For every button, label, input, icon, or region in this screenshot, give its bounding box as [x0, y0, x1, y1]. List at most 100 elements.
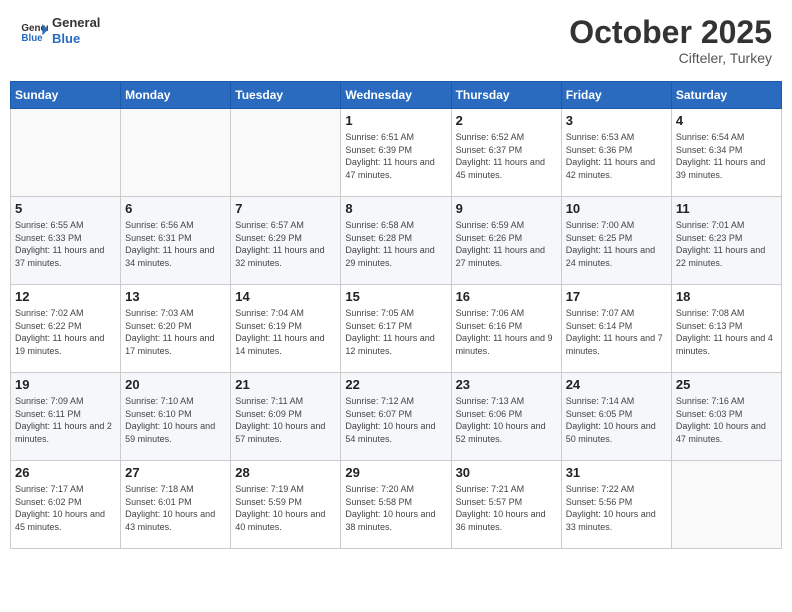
- calendar-cell: 16 Sunrise: 7:06 AMSunset: 6:16 PMDayligh…: [451, 285, 561, 373]
- day-info: Sunrise: 7:20 AMSunset: 5:58 PMDaylight:…: [345, 483, 446, 533]
- day-number: 27: [125, 465, 226, 480]
- day-info: Sunrise: 6:53 AMSunset: 6:36 PMDaylight:…: [566, 131, 667, 181]
- day-info: Sunrise: 7:14 AMSunset: 6:05 PMDaylight:…: [566, 395, 667, 445]
- calendar-cell: 28 Sunrise: 7:19 AMSunset: 5:59 PMDayligh…: [231, 461, 341, 549]
- day-info: Sunrise: 7:16 AMSunset: 6:03 PMDaylight:…: [676, 395, 777, 445]
- day-info: Sunrise: 7:10 AMSunset: 6:10 PMDaylight:…: [125, 395, 226, 445]
- day-number: 18: [676, 289, 777, 304]
- calendar-cell: 4 Sunrise: 6:54 AMSunset: 6:34 PMDaylight…: [671, 109, 781, 197]
- day-number: 8: [345, 201, 446, 216]
- calendar-cell: 17 Sunrise: 7:07 AMSunset: 6:14 PMDayligh…: [561, 285, 671, 373]
- day-number: 7: [235, 201, 336, 216]
- day-number: 9: [456, 201, 557, 216]
- day-number: 24: [566, 377, 667, 392]
- header: General Blue General Blue October 2025 C…: [10, 10, 782, 71]
- day-number: 16: [456, 289, 557, 304]
- calendar-cell: 1 Sunrise: 6:51 AMSunset: 6:39 PMDaylight…: [341, 109, 451, 197]
- calendar-cell: 27 Sunrise: 7:18 AMSunset: 6:01 PMDayligh…: [121, 461, 231, 549]
- day-number: 28: [235, 465, 336, 480]
- calendar-cell: 2 Sunrise: 6:52 AMSunset: 6:37 PMDaylight…: [451, 109, 561, 197]
- day-number: 30: [456, 465, 557, 480]
- page-container: General Blue General Blue October 2025 C…: [10, 10, 782, 549]
- day-info: Sunrise: 7:21 AMSunset: 5:57 PMDaylight:…: [456, 483, 557, 533]
- calendar-cell: 20 Sunrise: 7:10 AMSunset: 6:10 PMDayligh…: [121, 373, 231, 461]
- weekday-header-monday: Monday: [121, 82, 231, 109]
- day-number: 6: [125, 201, 226, 216]
- day-number: 2: [456, 113, 557, 128]
- svg-text:Blue: Blue: [21, 32, 43, 43]
- day-number: 21: [235, 377, 336, 392]
- calendar-cell: 29Sunrise: 7:20 AMSunset: 5:58 PMDayligh…: [341, 461, 451, 549]
- calendar-cell: 19 Sunrise: 7:09 AMSunset: 6:11 PMDayligh…: [11, 373, 121, 461]
- day-info: Sunrise: 7:09 AMSunset: 6:11 PMDaylight:…: [15, 395, 116, 445]
- day-number: 3: [566, 113, 667, 128]
- day-info: Sunrise: 7:05 AMSunset: 6:17 PMDaylight:…: [345, 307, 446, 357]
- calendar-cell: [121, 109, 231, 197]
- calendar-cell: 22Sunrise: 7:12 AMSunset: 6:07 PMDayligh…: [341, 373, 451, 461]
- day-info: Sunrise: 7:07 AMSunset: 6:14 PMDaylight:…: [566, 307, 667, 357]
- day-info: Sunrise: 7:19 AMSunset: 5:59 PMDaylight:…: [235, 483, 336, 533]
- calendar-cell: [11, 109, 121, 197]
- day-number: 20: [125, 377, 226, 392]
- weekday-header-saturday: Saturday: [671, 82, 781, 109]
- day-info: Sunrise: 7:06 AMSunset: 6:16 PMDaylight:…: [456, 307, 557, 357]
- logo-blue: Blue: [52, 31, 100, 47]
- calendar-cell: 3 Sunrise: 6:53 AMSunset: 6:36 PMDaylight…: [561, 109, 671, 197]
- day-number: 14: [235, 289, 336, 304]
- calendar-cell: 7 Sunrise: 6:57 AMSunset: 6:29 PMDaylight…: [231, 197, 341, 285]
- day-number: 25: [676, 377, 777, 392]
- day-info: Sunrise: 7:22 AMSunset: 5:56 PMDaylight:…: [566, 483, 667, 533]
- day-number: 11: [676, 201, 777, 216]
- day-number: 5: [15, 201, 116, 216]
- calendar-cell: 30 Sunrise: 7:21 AMSunset: 5:57 PMDayligh…: [451, 461, 561, 549]
- day-info: Sunrise: 7:11 AMSunset: 6:09 PMDaylight:…: [235, 395, 336, 445]
- day-info: Sunrise: 7:03 AMSunset: 6:20 PMDaylight:…: [125, 307, 226, 357]
- calendar-cell: 21 Sunrise: 7:11 AMSunset: 6:09 PMDayligh…: [231, 373, 341, 461]
- calendar-cell: 18 Sunrise: 7:08 AMSunset: 6:13 PMDayligh…: [671, 285, 781, 373]
- calendar-cell: 15Sunrise: 7:05 AMSunset: 6:17 PMDayligh…: [341, 285, 451, 373]
- day-number: 1: [345, 113, 446, 128]
- logo-general: General: [52, 15, 100, 30]
- weekday-header-sunday: Sunday: [11, 82, 121, 109]
- day-info: Sunrise: 6:57 AMSunset: 6:29 PMDaylight:…: [235, 219, 336, 269]
- calendar-cell: 25 Sunrise: 7:16 AMSunset: 6:03 PMDayligh…: [671, 373, 781, 461]
- calendar-cell: [231, 109, 341, 197]
- day-number: 17: [566, 289, 667, 304]
- day-number: 19: [15, 377, 116, 392]
- calendar-week-row: 5 Sunrise: 6:55 AMSunset: 6:33 PMDaylight…: [11, 197, 782, 285]
- day-info: Sunrise: 7:13 AMSunset: 6:06 PMDaylight:…: [456, 395, 557, 445]
- calendar-cell: 23Sunrise: 7:13 AMSunset: 6:06 PMDayligh…: [451, 373, 561, 461]
- title-block: October 2025 Cifteler, Turkey: [569, 15, 772, 66]
- calendar-cell: 24 Sunrise: 7:14 AMSunset: 6:05 PMDayligh…: [561, 373, 671, 461]
- calendar-table: SundayMondayTuesdayWednesdayThursdayFrid…: [10, 81, 782, 549]
- calendar-cell: 13Sunrise: 7:03 AMSunset: 6:20 PMDayligh…: [121, 285, 231, 373]
- day-number: 26: [15, 465, 116, 480]
- day-info: Sunrise: 6:51 AMSunset: 6:39 PMDaylight:…: [345, 131, 446, 181]
- day-number: 10: [566, 201, 667, 216]
- day-info: Sunrise: 6:55 AMSunset: 6:33 PMDaylight:…: [15, 219, 116, 269]
- day-info: Sunrise: 7:01 AMSunset: 6:23 PMDaylight:…: [676, 219, 777, 269]
- day-info: Sunrise: 7:12 AMSunset: 6:07 PMDaylight:…: [345, 395, 446, 445]
- calendar-cell: 12Sunrise: 7:02 AMSunset: 6:22 PMDayligh…: [11, 285, 121, 373]
- weekday-header-row: SundayMondayTuesdayWednesdayThursdayFrid…: [11, 82, 782, 109]
- weekday-header-thursday: Thursday: [451, 82, 561, 109]
- calendar-cell: 8Sunrise: 6:58 AMSunset: 6:28 PMDaylight…: [341, 197, 451, 285]
- day-info: Sunrise: 7:00 AMSunset: 6:25 PMDaylight:…: [566, 219, 667, 269]
- day-info: Sunrise: 7:08 AMSunset: 6:13 PMDaylight:…: [676, 307, 777, 357]
- logo: General Blue General Blue: [20, 15, 100, 46]
- logo-icon: General Blue: [20, 17, 48, 45]
- day-number: 4: [676, 113, 777, 128]
- day-number: 31: [566, 465, 667, 480]
- day-info: Sunrise: 6:56 AMSunset: 6:31 PMDaylight:…: [125, 219, 226, 269]
- weekday-header-friday: Friday: [561, 82, 671, 109]
- day-info: Sunrise: 7:04 AMSunset: 6:19 PMDaylight:…: [235, 307, 336, 357]
- day-info: Sunrise: 7:18 AMSunset: 6:01 PMDaylight:…: [125, 483, 226, 533]
- calendar-cell: [671, 461, 781, 549]
- calendar-week-row: 26Sunrise: 7:17 AMSunset: 6:02 PMDayligh…: [11, 461, 782, 549]
- day-info: Sunrise: 6:52 AMSunset: 6:37 PMDaylight:…: [456, 131, 557, 181]
- calendar-cell: 6 Sunrise: 6:56 AMSunset: 6:31 PMDaylight…: [121, 197, 231, 285]
- day-info: Sunrise: 6:54 AMSunset: 6:34 PMDaylight:…: [676, 131, 777, 181]
- month-title: October 2025: [569, 15, 772, 50]
- calendar-cell: 9Sunrise: 6:59 AMSunset: 6:26 PMDaylight…: [451, 197, 561, 285]
- calendar-cell: 31 Sunrise: 7:22 AMSunset: 5:56 PMDayligh…: [561, 461, 671, 549]
